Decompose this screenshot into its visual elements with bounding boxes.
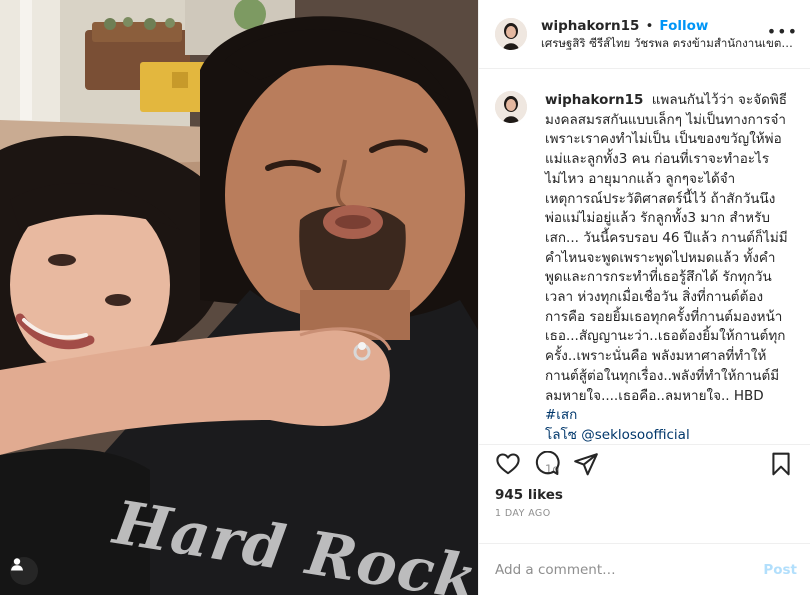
- more-options-icon[interactable]: •••: [767, 24, 798, 40]
- caption-username[interactable]: wiphakorn15: [545, 92, 643, 108]
- add-comment-bar: Post: [479, 543, 810, 595]
- heart-icon[interactable]: [495, 451, 521, 477]
- comment-icon[interactable]: [534, 451, 560, 477]
- post-comment-button[interactable]: Post: [763, 562, 797, 578]
- post-header: wiphakorn15 • Follow เศรษฐสิริ ซีรีส์ไทย…: [479, 0, 810, 69]
- action-bar: [479, 445, 810, 483]
- follow-button[interactable]: Follow: [659, 17, 708, 35]
- hashtag-link[interactable]: #เสก โลโซ: [545, 407, 577, 443]
- caption-text: แพลนกันไว้ว่า จะจัดพิธี มงคลสมรสกันแบบเล…: [545, 92, 788, 404]
- posted-time[interactable]: 1 DAY AGO: [479, 507, 810, 530]
- comments-area: wiphakorn15 แพลนกันไว้ว่า จะจัดพิธี มงคล…: [479, 69, 810, 476]
- post-side-panel: wiphakorn15 • Follow เศรษฐสิริ ซีรีส์ไทย…: [478, 0, 810, 595]
- comment-input[interactable]: [495, 561, 764, 578]
- likes-count[interactable]: 945 likes: [479, 483, 810, 507]
- instagram-post: Hard Rock wiphakorn15 • Follow เศรษฐสิริ…: [0, 0, 810, 595]
- location-link[interactable]: เศรษฐสิริ ซีรีส์ไทย วัชรพล ตรงข้ามสำนักง…: [541, 35, 795, 51]
- bookmark-icon[interactable]: [768, 451, 794, 477]
- header-username[interactable]: wiphakorn15: [541, 17, 639, 35]
- post-photo[interactable]: Hard Rock: [0, 0, 478, 595]
- user-tag-icon[interactable]: [10, 557, 38, 585]
- mention-link[interactable]: @seklosoofficial: [581, 427, 689, 443]
- share-icon[interactable]: [573, 451, 599, 477]
- separator-dot: •: [645, 18, 654, 34]
- post-caption: wiphakorn15 แพลนกันไว้ว่า จะจัดพิธี มงคล…: [545, 91, 791, 476]
- photo-illustration: [0, 0, 478, 595]
- avatar[interactable]: [495, 18, 527, 50]
- caption-avatar[interactable]: [495, 91, 527, 123]
